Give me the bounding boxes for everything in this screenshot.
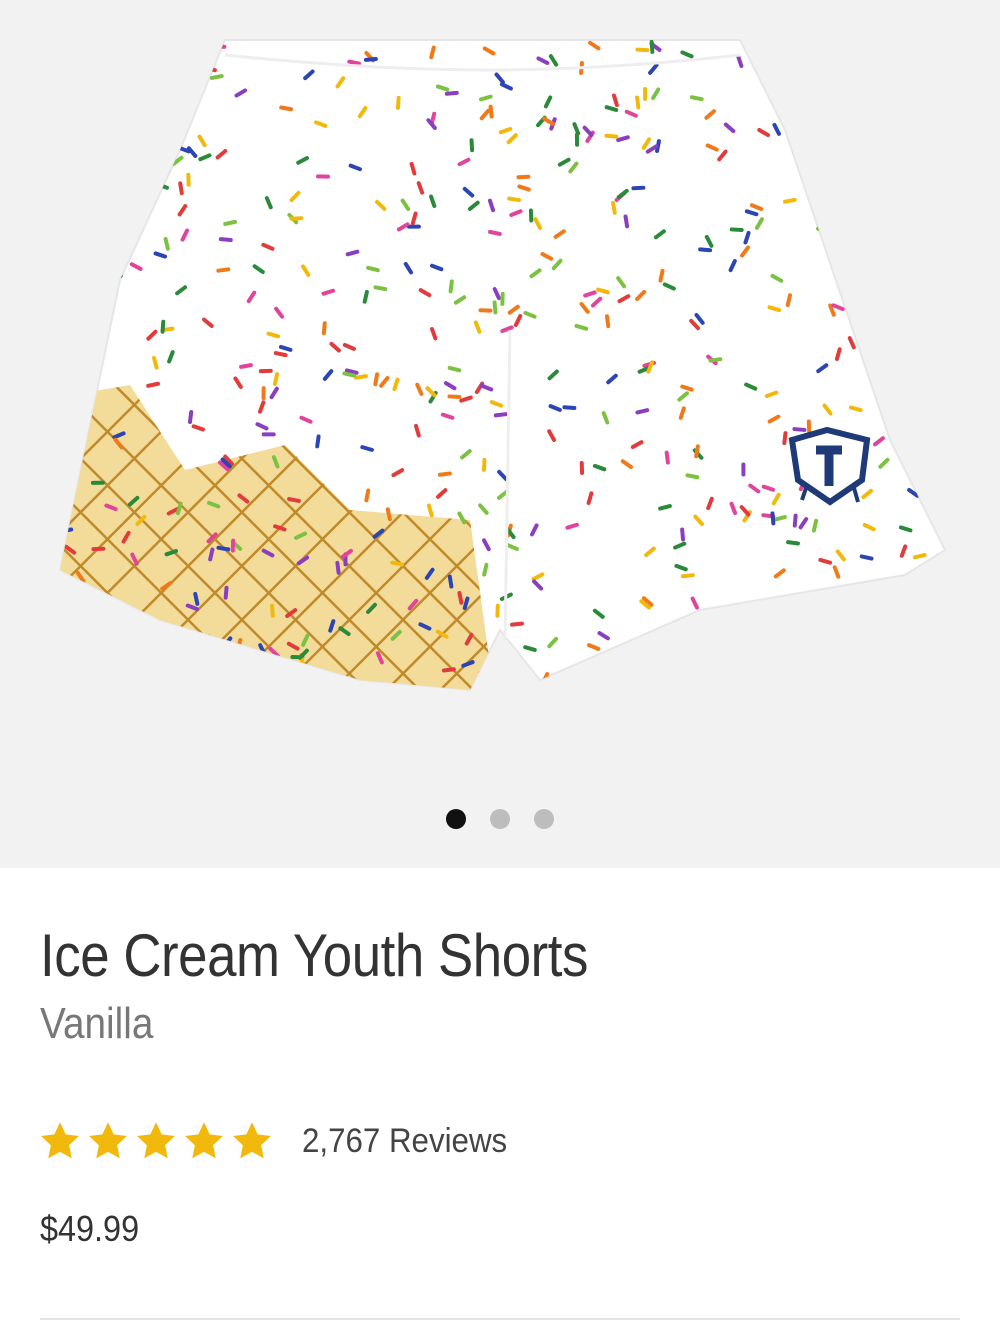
- product-title: Ice Cream Youth Shorts: [40, 922, 588, 989]
- shield-logo-icon: [788, 426, 871, 506]
- reviews-link[interactable]: 2,767 Reviews: [302, 1122, 507, 1161]
- star-icon: [185, 1122, 223, 1159]
- product-variant: Vanilla: [40, 999, 154, 1048]
- carousel-pagination: [0, 808, 1000, 830]
- divider: [40, 1318, 960, 1320]
- product-image[interactable]: [0, 0, 1000, 780]
- star-rating: [38, 1119, 274, 1163]
- carousel-dot-2[interactable]: [490, 809, 510, 829]
- product-rating[interactable]: 2,767 Reviews: [38, 1116, 525, 1166]
- star-icon: [233, 1122, 271, 1159]
- star-icon: [89, 1122, 127, 1159]
- star-icon: [41, 1122, 79, 1159]
- shorts-shape: [58, 39, 947, 692]
- carousel-dot-1[interactable]: [446, 809, 466, 829]
- star-icon: [137, 1122, 175, 1159]
- carousel-dot-3[interactable]: [534, 809, 554, 829]
- product-image-gallery[interactable]: [0, 0, 1000, 868]
- product-price: $49.99: [40, 1208, 140, 1249]
